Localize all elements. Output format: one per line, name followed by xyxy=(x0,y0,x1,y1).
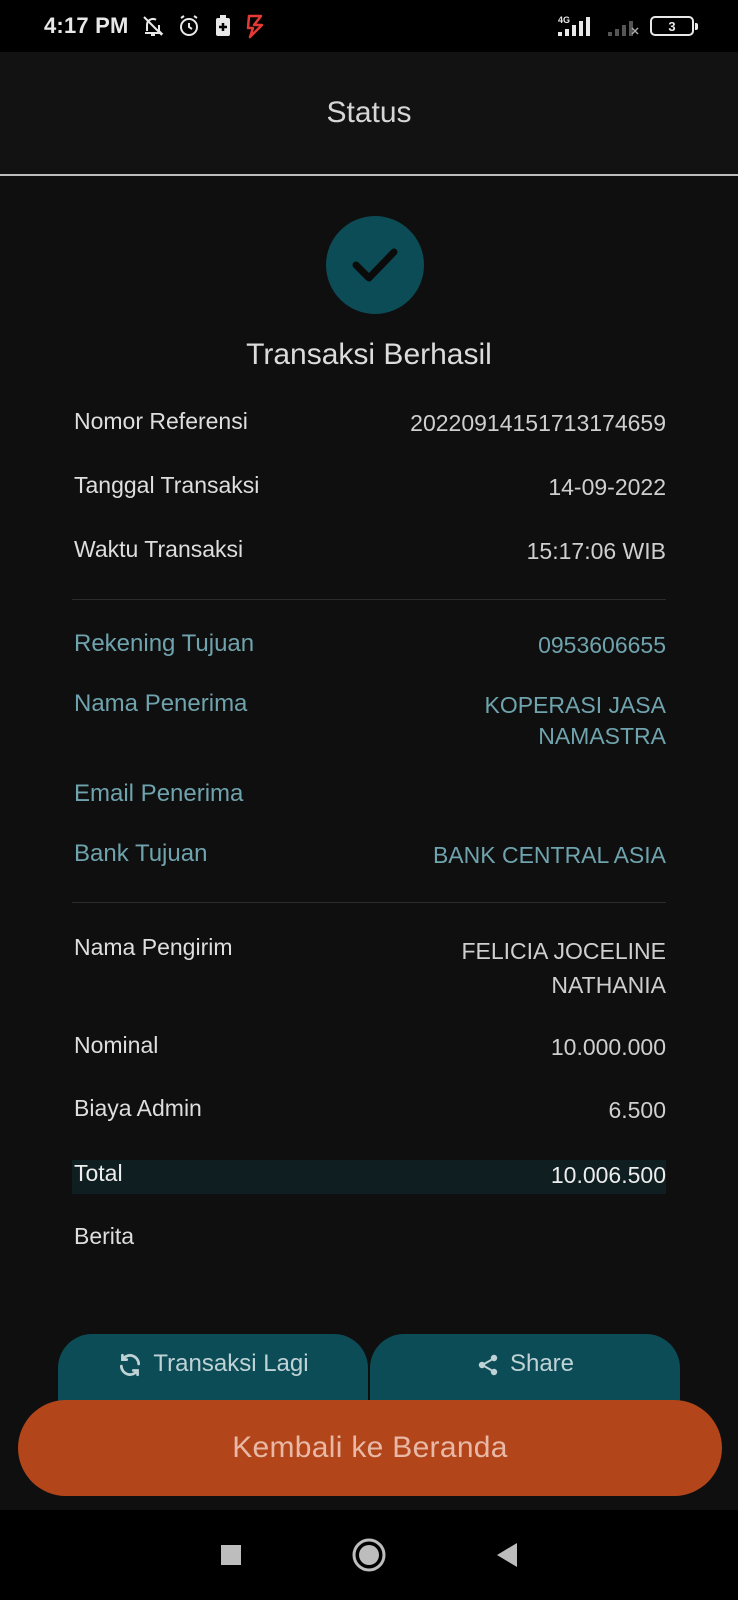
bank-row: Bank Tujuan BANK CENTRAL ASIA xyxy=(74,840,666,871)
bell-off-icon xyxy=(142,16,163,36)
battery-icon: 3 xyxy=(650,16,698,36)
svg-text:4G: 4G xyxy=(558,15,570,25)
account-value: 0953606655 xyxy=(538,632,666,658)
date-value: 14-09-2022 xyxy=(548,474,666,500)
status-bar: 4:17 PM 4G 3 xyxy=(0,0,738,52)
account-label: Rekening Tujuan xyxy=(74,630,255,657)
amount-label: Nominal xyxy=(74,1032,159,1058)
share-button[interactable]: Share xyxy=(370,1334,680,1404)
clock: 4:17 PM xyxy=(44,13,129,38)
share-icon xyxy=(478,1354,498,1376)
fee-label: Biaya Admin xyxy=(74,1095,202,1121)
fee-value: 6.500 xyxy=(608,1097,666,1123)
battery-saver-icon xyxy=(215,15,230,36)
divider xyxy=(72,599,666,600)
app-notification-icon xyxy=(246,14,263,39)
sender-label: Nama Pengirim xyxy=(74,934,233,960)
recipient-name-value: KOPERASI JASA NAMASTRA xyxy=(484,690,666,752)
note-label: Berita xyxy=(74,1223,135,1249)
status-icons-right: 4G 3 xyxy=(556,14,698,38)
alarm-icon xyxy=(179,15,198,36)
sender-line2: NATHANIA xyxy=(551,972,666,998)
date-row: Tanggal Transaksi 14-09-2022 xyxy=(74,472,666,503)
reference-row: Nomor Referensi 20220914151713174659 xyxy=(74,408,666,439)
success-badge xyxy=(326,216,424,314)
home-circle-icon[interactable] xyxy=(351,1537,387,1573)
repeat-transaction-button[interactable]: Transaksi Lagi xyxy=(58,1334,368,1404)
back-to-home-button[interactable]: Kembali ke Beranda xyxy=(18,1400,722,1496)
note-row: Berita xyxy=(74,1223,666,1250)
sender-value: FELICIA JOCELINE NATHANIA xyxy=(461,934,666,1002)
sender-row: Nama Pengirim FELICIA JOCELINE NATHANIA xyxy=(74,934,666,1002)
time-label: Waktu Transaksi xyxy=(74,536,244,562)
amount-row: Nominal 10.000.000 xyxy=(74,1032,666,1063)
account-row: Rekening Tujuan 0953606655 xyxy=(74,630,666,661)
battery-level: 3 xyxy=(668,18,676,34)
share-label: Share xyxy=(509,1350,575,1377)
signal-icon: 4G xyxy=(558,15,590,36)
fee-row: Biaya Admin 6.500 xyxy=(74,1095,666,1126)
refresh-icon xyxy=(120,1353,141,1377)
divider xyxy=(72,902,666,903)
sender-line1: FELICIA JOCELINE xyxy=(461,938,666,964)
email-label: Email Penerima xyxy=(74,780,244,807)
total-value: 10.006.500 xyxy=(550,1162,666,1188)
bank-label: Bank Tujuan xyxy=(74,840,208,867)
bank-value: BANK CENTRAL ASIA xyxy=(432,842,666,868)
recipient-name-row: Nama Penerima KOPERASI JASA NAMASTRA xyxy=(74,690,666,752)
recipient-name-line1: KOPERASI JASA xyxy=(484,692,666,718)
back-to-home-label: Kembali ke Beranda xyxy=(232,1431,508,1464)
back-triangle-icon[interactable] xyxy=(495,1541,519,1569)
recipient-name-line2: NAMASTRA xyxy=(538,723,666,749)
time-value: 15:17:06 WIB xyxy=(526,538,666,564)
status-icons-left xyxy=(141,13,265,39)
signal-empty-icon xyxy=(608,21,639,36)
total-label: Total xyxy=(74,1160,123,1186)
system-nav-bar xyxy=(0,1510,738,1600)
reference-label: Nomor Referensi xyxy=(74,408,248,434)
email-row: Email Penerima xyxy=(74,780,666,808)
total-row: Total 10.006.500 xyxy=(74,1160,666,1191)
check-icon xyxy=(352,248,398,282)
success-title: Transaksi Berhasil xyxy=(246,338,492,371)
time-row: Waktu Transaksi 15:17:06 WIB xyxy=(74,536,666,567)
recents-square-icon[interactable] xyxy=(219,1543,243,1567)
reference-value: 20220914151713174659 xyxy=(410,410,666,436)
page-title: Status xyxy=(326,96,412,129)
recipient-name-label: Nama Penerima xyxy=(74,690,248,717)
app-header: Status xyxy=(0,52,738,176)
repeat-transaction-label: Transaksi Lagi xyxy=(153,1350,309,1377)
date-label: Tanggal Transaksi xyxy=(74,472,260,498)
amount-value: 10.000.000 xyxy=(550,1034,666,1060)
